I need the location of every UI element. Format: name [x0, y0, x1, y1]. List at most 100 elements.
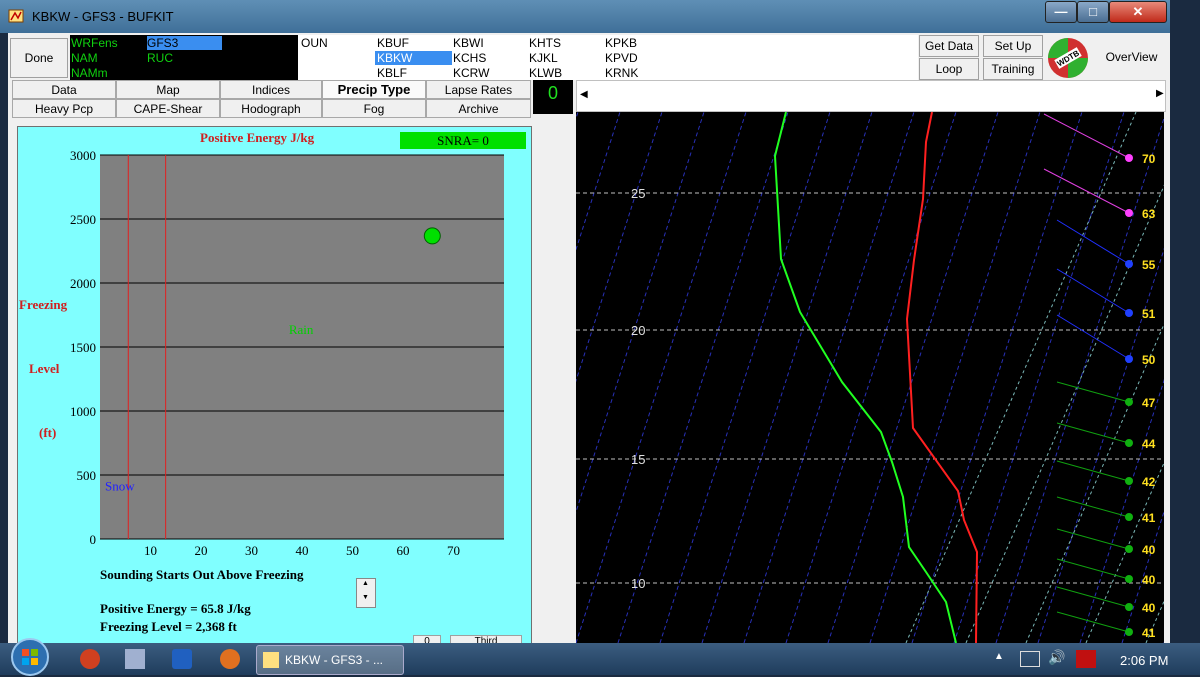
station-item[interactable]: KLWB [529, 66, 562, 80]
wind-barb [1056, 381, 1130, 403]
wind-dot [1125, 398, 1133, 406]
spin-control[interactable]: ▲ ▼ [356, 578, 376, 608]
isotherm-line [576, 112, 579, 120]
set-up-button[interactable]: Set Up [983, 35, 1043, 57]
window-title-bar: KBKW - GFS3 - BUFKIT — □ ✕ [0, 0, 1170, 33]
task-label: KBKW - GFS3 - ... [285, 653, 384, 667]
scroll-right-icon[interactable]: ▶ [1156, 88, 1164, 99]
tab-fog[interactable]: Fog [322, 99, 426, 118]
app-icon [8, 9, 24, 23]
mixing-ratio-line [965, 184, 1164, 643]
wind-speed-label: 51 [1142, 307, 1156, 321]
wind-speed-label: 40 [1142, 601, 1156, 615]
get-data-button[interactable]: Get Data [919, 35, 979, 57]
isotherm-line [576, 112, 747, 643]
volume-icon[interactable]: 🔊 [1048, 649, 1065, 666]
maximize-button[interactable]: □ [1077, 1, 1109, 23]
station-item[interactable]: KRNK [605, 66, 638, 80]
station-item[interactable]: KCRW [453, 66, 489, 80]
tab-data[interactable]: Data [12, 80, 116, 99]
start-button[interactable] [8, 637, 52, 677]
isotherm-line [743, 112, 915, 643]
wind-barb [1056, 611, 1130, 633]
station-item[interactable]: KBLF [377, 66, 407, 80]
wind-dot [1125, 545, 1133, 553]
wind-dot [1125, 513, 1133, 521]
firefox-icon[interactable] [220, 649, 240, 669]
wind-dot [1125, 154, 1133, 162]
tab-hodograph[interactable]: Hodograph [220, 99, 322, 118]
x-tick-label: 10 [144, 543, 157, 558]
station-item[interactable]: OUN [301, 36, 328, 50]
wind-speed-label: 47 [1142, 396, 1156, 410]
station-item[interactable]: KPVD [605, 51, 638, 65]
x-tick-label: 20 [195, 543, 208, 558]
network-icon[interactable] [1020, 651, 1040, 667]
taskbar-app-icon[interactable] [80, 649, 100, 669]
station-item[interactable]: KBUF [377, 36, 409, 50]
model-item[interactable]: WRFens [71, 36, 118, 50]
window-title: KBKW - GFS3 - BUFKIT [32, 9, 174, 24]
wind-dot [1125, 209, 1133, 217]
minimize-button[interactable]: — [1045, 1, 1077, 23]
model-list: WRFens NAM NAMm GFS3 RUC [70, 35, 298, 80]
overview-button[interactable]: OverView [1095, 35, 1168, 80]
x-tick-label: 60 [397, 543, 410, 558]
isotherm-line [659, 112, 831, 643]
x-tick-label: 70 [447, 543, 460, 558]
y-tick-label: 2500 [70, 212, 96, 227]
height-label: 10 [631, 576, 645, 591]
scroll-left-icon[interactable]: ◀ [580, 89, 588, 100]
mixing-ratio-line [1145, 600, 1164, 643]
wind-barb [1056, 586, 1130, 608]
wind-speed-label: 41 [1142, 626, 1156, 640]
tab-heavy-pcp[interactable]: Heavy Pcp [12, 99, 116, 118]
model-item[interactable]: NAMm [71, 66, 108, 80]
wind-dot [1125, 628, 1133, 636]
taskbar-app-icon[interactable] [172, 649, 192, 669]
wdtb-logo[interactable]: WDTB [1046, 37, 1090, 79]
station-item[interactable]: KJKL [529, 51, 558, 65]
wind-speed-label: 44 [1142, 437, 1156, 451]
mixing-ratio-line [1085, 461, 1164, 643]
x-tick-label: 30 [245, 543, 258, 558]
spin-down-icon[interactable]: ▼ [362, 594, 369, 601]
isotherm-line [1079, 378, 1164, 643]
station-item-selected[interactable]: KBKW [375, 51, 452, 65]
station-item[interactable]: KPKB [605, 36, 637, 50]
station-item[interactable]: KHTS [529, 36, 561, 50]
data-point [423, 227, 441, 245]
training-button[interactable]: Training [983, 58, 1043, 80]
tab-map[interactable]: Map [116, 80, 220, 99]
station-item[interactable]: KCHS [453, 51, 486, 65]
precip-type-panel: Positive Energy J/kg SNRA= 0 Freezing Le… [17, 126, 532, 645]
model-item[interactable]: RUC [147, 51, 173, 65]
tab-precip-type[interactable]: Precip Type [322, 80, 426, 99]
clock[interactable]: 2:06 PM [1120, 653, 1168, 668]
loop-button[interactable]: Loop [919, 58, 979, 80]
time-scrollbar[interactable]: ◀ [576, 80, 1166, 112]
wind-dot [1125, 260, 1133, 268]
spin-up-icon[interactable]: ▲ [362, 580, 369, 587]
done-button[interactable]: Done [10, 38, 68, 78]
tab-archive[interactable]: Archive [426, 99, 531, 118]
show-hidden-icons[interactable]: ▲ [994, 651, 1004, 662]
task-icon [263, 652, 279, 668]
y-tick-label: 1500 [70, 340, 96, 355]
station-item[interactable]: KBWI [453, 36, 484, 50]
frame-counter: 0 [533, 80, 573, 114]
tab-cape-shear[interactable]: CAPE-Shear [116, 99, 220, 118]
tray-icon[interactable] [1076, 650, 1096, 668]
wind-dot [1125, 355, 1133, 363]
taskbar-task[interactable]: KBKW - GFS3 - ... [256, 645, 404, 675]
tab-indices[interactable]: Indices [220, 80, 322, 99]
model-item[interactable]: NAM [71, 51, 98, 65]
close-button[interactable]: ✕ [1109, 1, 1167, 23]
taskbar-app-icon[interactable] [125, 649, 145, 669]
y-tick-label: 3000 [70, 148, 96, 163]
wind-speed-label: 70 [1142, 152, 1156, 166]
wind-speed-label: 50 [1142, 353, 1156, 367]
model-item-selected[interactable]: GFS3 [147, 36, 222, 50]
height-label: 15 [631, 452, 645, 467]
tab-lapse-rates[interactable]: Lapse Rates [426, 80, 531, 99]
